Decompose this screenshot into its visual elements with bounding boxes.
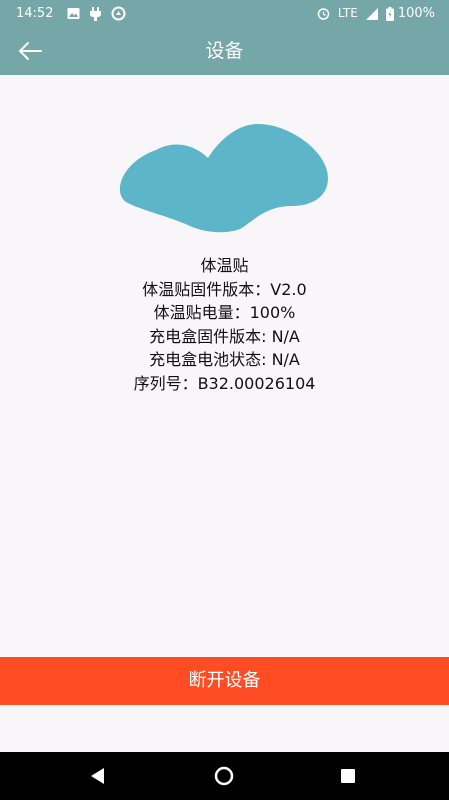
serial-number: 序列号：B32.00026104 bbox=[133, 373, 316, 393]
back-triangle-icon bbox=[91, 768, 104, 784]
device-logo bbox=[119, 124, 328, 233]
disconnect-button[interactable]: 断开设备 bbox=[0, 657, 449, 705]
case-battery-status: 充电盒电池状态: N/A bbox=[149, 350, 300, 370]
battery-percent: 100% bbox=[397, 6, 435, 21]
device-info: 体温贴 体温贴固件版本：V2.0 体温贴电量：100% 充电盒固件版本: N/A… bbox=[0, 254, 449, 396]
device-battery: 体温贴电量：100% bbox=[153, 303, 296, 323]
usb-icon bbox=[90, 6, 102, 21]
recents-square-icon bbox=[341, 769, 355, 783]
status-right: LTE 100% bbox=[309, 0, 435, 27]
image-icon bbox=[67, 7, 80, 20]
nav-home-button[interactable] bbox=[212, 764, 236, 788]
home-circle-icon bbox=[214, 766, 234, 786]
status-bar: 14:52 LTE 100% bbox=[0, 0, 449, 27]
page-title: 设备 bbox=[205, 40, 244, 62]
status-left: 14:52 bbox=[16, 0, 136, 27]
device-name: 体温贴 bbox=[200, 256, 249, 275]
signal-icon bbox=[365, 7, 378, 20]
network-type: LTE bbox=[337, 6, 358, 20]
case-firmware-version: 充电盒固件版本: N/A bbox=[149, 326, 300, 346]
sync-icon bbox=[111, 6, 126, 21]
alarm-icon bbox=[317, 7, 330, 20]
app-bar: 设备 bbox=[0, 27, 449, 75]
navigation-bar bbox=[0, 752, 449, 800]
status-time: 14:52 bbox=[16, 6, 54, 21]
nav-back-button[interactable] bbox=[86, 764, 110, 788]
firmware-version: 体温贴固件版本：V2.0 bbox=[142, 279, 307, 299]
nav-recents-button[interactable] bbox=[336, 764, 360, 788]
battery-icon bbox=[385, 6, 394, 21]
